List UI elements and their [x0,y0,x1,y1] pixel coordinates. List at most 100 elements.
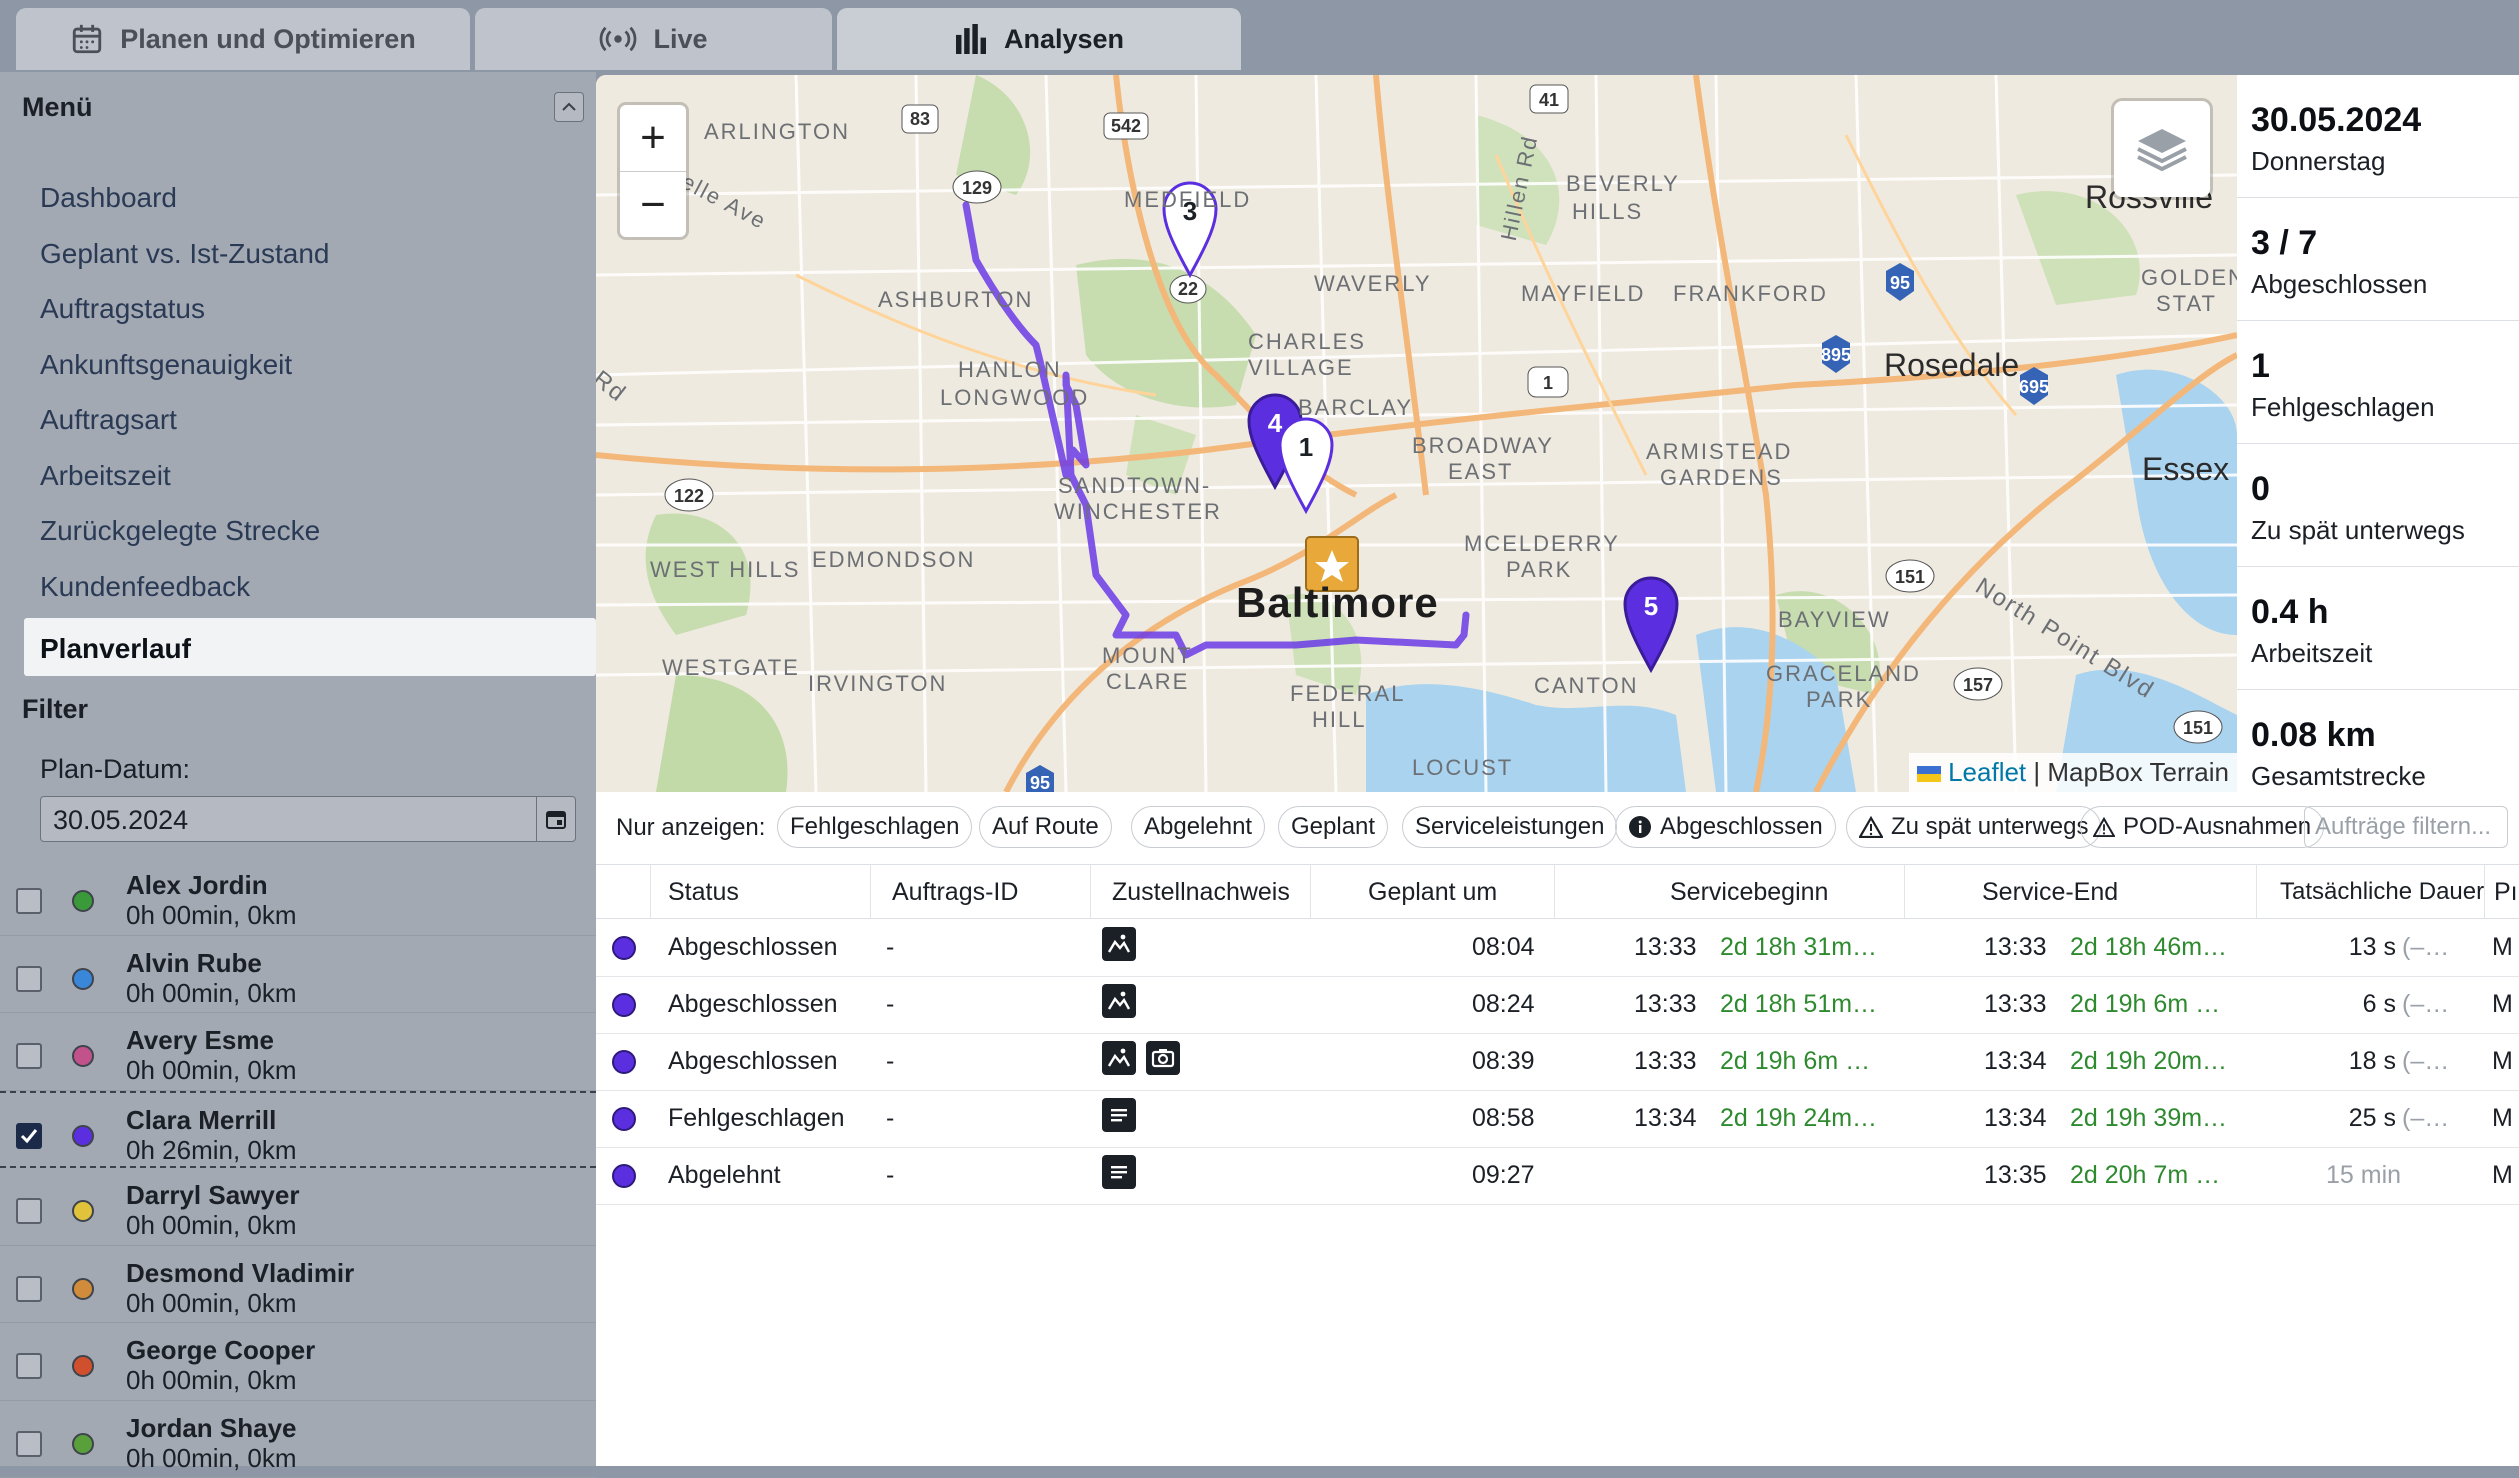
menu-item-strecke[interactable]: Zurückgelegte Strecke [0,503,596,559]
chip-abgelehnt[interactable]: Abgelehnt [1131,806,1265,848]
stat-value: 0.08 km [2251,716,2519,755]
route-marker-5[interactable]: 5 [1621,574,1681,674]
column-servicebeginn[interactable]: Servicebeginn [1670,878,1828,907]
table-row[interactable]: Fehlgeschlagen-08:5813:342d 19h 24m…13:3… [596,1090,2519,1148]
driver-name: George Cooper [126,1335,315,1366]
place-label: HILLS [1572,199,1643,225]
driver-color-dot [72,968,94,990]
menu-item-planverlauf[interactable]: Planverlauf [24,618,596,676]
layers-button[interactable] [2114,101,2210,197]
end-relative-cell: 2d 18h 46m… [2070,933,2227,962]
driver-checkbox[interactable] [16,888,42,914]
signature-icon[interactable] [1102,1041,1136,1075]
driver-summary: 0h 00min, 0km [126,1210,297,1241]
column-auftrags-id[interactable]: Auftrags-ID [892,878,1018,907]
driver-item[interactable]: Avery Esme0h 00min, 0km [0,1013,596,1091]
chip-auf-route[interactable]: Auf Route [979,806,1112,848]
place-label: PARK [1506,557,1572,583]
menu-item-arbeitszeit[interactable]: Arbeitszeit [0,448,596,504]
table-row[interactable]: Abgeschlossen-08:0413:332d 18h 31m…13:33… [596,919,2519,977]
driver-checkbox[interactable] [16,1276,42,1302]
zoom-in-button[interactable]: + [620,105,686,172]
collapse-menu-button[interactable] [554,92,584,122]
column-service-end[interactable]: Service-End [1982,878,2118,907]
driver-checkbox[interactable] [16,1353,42,1379]
driver-summary: 0h 26min, 0km [126,1135,297,1166]
driver-name: Alex Jordin [126,870,268,901]
driver-checkbox[interactable] [16,1123,42,1149]
zoom-out-button[interactable]: − [620,172,686,238]
tab-live[interactable]: Live [475,8,832,70]
warning-icon [2093,817,2115,837]
broadcast-icon [599,24,637,54]
driver-item[interactable]: Alvin Rube0h 00min, 0km [0,936,596,1014]
driver-item[interactable]: Clara Merrill0h 26min, 0km [0,1091,596,1169]
table-row[interactable]: Abgeschlossen-08:3913:332d 19h 6m …13:34… [596,1033,2519,1091]
driver-item[interactable]: Darryl Sawyer0h 00min, 0km [0,1168,596,1246]
driver-item[interactable]: Desmond Vladimir0h 00min, 0km [0,1246,596,1324]
chip-geplant[interactable]: Geplant [1278,806,1388,848]
note-icon[interactable] [1102,1098,1136,1132]
driver-item[interactable]: Alex Jordin0h 00min, 0km [0,858,596,936]
table-row[interactable]: Abgelehnt-09:2713:352d 20h 7m …15 minM [596,1147,2519,1205]
driver-checkbox[interactable] [16,1431,42,1457]
menu-item-auftragsart[interactable]: Auftragsart [0,392,596,448]
plan-date-input[interactable]: 30.05.2024 [40,796,576,842]
driver-summary: 0h 00min, 0km [126,1288,297,1319]
signature-icon[interactable] [1102,984,1136,1018]
driver-item[interactable]: George Cooper0h 00min, 0km [0,1323,596,1401]
menu-item-dashboard[interactable]: Dashboard [0,170,596,226]
pod-cell [1102,1098,1136,1132]
svg-text:542: 542 [1111,116,1141,136]
chip-pod-ausnahmen[interactable]: POD-Ausnahmen [2080,806,2324,848]
chip-zu-spaet[interactable]: Zu spät unterwegs [1846,806,2101,848]
driver-summary: 0h 00min, 0km [126,900,297,931]
column-status[interactable]: Status [668,878,739,907]
planned-cell: 09:27 [1472,1161,1535,1190]
svg-text:95: 95 [1030,773,1050,792]
driver-item[interactable]: Jordan Shaye0h 00min, 0km [0,1401,596,1478]
menu-item-auftragstatus[interactable]: Auftragstatus [0,281,596,337]
chip-fehlgeschlagen[interactable]: Fehlgeschlagen [777,806,972,848]
chip-serviceleistungen[interactable]: Serviceleistungen [1402,806,1617,848]
signature-icon[interactable] [1102,927,1136,961]
chip-label: Zu spät unterwegs [1891,813,2088,841]
driver-checkbox[interactable] [16,1198,42,1224]
tab-label: Planen und Optimieren [120,24,416,55]
table-row[interactable]: Abgeschlossen-08:2413:332d 18h 51m…13:33… [596,976,2519,1034]
chip-abgeschlossen[interactable]: Abgeschlossen [1615,806,1836,848]
extra-cell: M [2492,990,2513,1019]
column-dauer[interactable]: Tatsächliche Dauer [2280,878,2484,906]
stat-value: 1 [2251,347,2519,386]
warning-icon [1859,816,1883,838]
photo-icon[interactable] [1146,1041,1180,1075]
route-map[interactable]: 83 542 41 129 122 151 157 151 95 895 695… [596,75,2237,792]
tab-analysen[interactable]: Analysen [837,8,1241,70]
stat-value: 3 / 7 [2251,224,2519,263]
menu-item-ankunftsgenauigkeit[interactable]: Ankunftsgenauigkeit [0,337,596,393]
driver-checkbox[interactable] [16,966,42,992]
menu-item-geplant-vs-ist[interactable]: Geplant vs. Ist-Zustand [0,226,596,282]
route-marker-1[interactable]: 1 [1276,415,1336,515]
column-zustellnachweis[interactable]: Zustellnachweis [1112,878,1290,907]
place-label: HANLON [958,357,1062,383]
date-picker-button[interactable] [536,797,575,841]
driver-summary: 0h 00min, 0km [126,1055,297,1086]
driver-summary: 0h 00min, 0km [126,1365,297,1396]
status-cell: Abgeschlossen [668,1047,838,1076]
menu-item-kundenfeedback[interactable]: Kundenfeedback [0,559,596,615]
table-header: Status Auftrags-ID Zustellnachweis Gepla… [596,864,2519,919]
driver-checkbox[interactable] [16,1043,42,1069]
start-time-cell: 13:33 [1634,990,1697,1019]
tab-planen[interactable]: Planen und Optimieren [16,8,470,70]
svg-text:95: 95 [1890,273,1910,293]
leaflet-link[interactable]: Leaflet [1948,757,2026,787]
column-extra[interactable]: Pı [2494,878,2518,907]
end-relative-cell: 2d 20h 7m … [2070,1161,2220,1190]
orders-filter-input[interactable]: Aufträge filtern... [2304,806,2508,848]
place-label: CANTON [1534,673,1639,699]
stat-label: Donnerstag [2251,146,2519,177]
column-geplant-um[interactable]: Geplant um [1368,878,1497,907]
place-label: GARDENS [1660,465,1783,491]
note-icon[interactable] [1102,1155,1136,1189]
